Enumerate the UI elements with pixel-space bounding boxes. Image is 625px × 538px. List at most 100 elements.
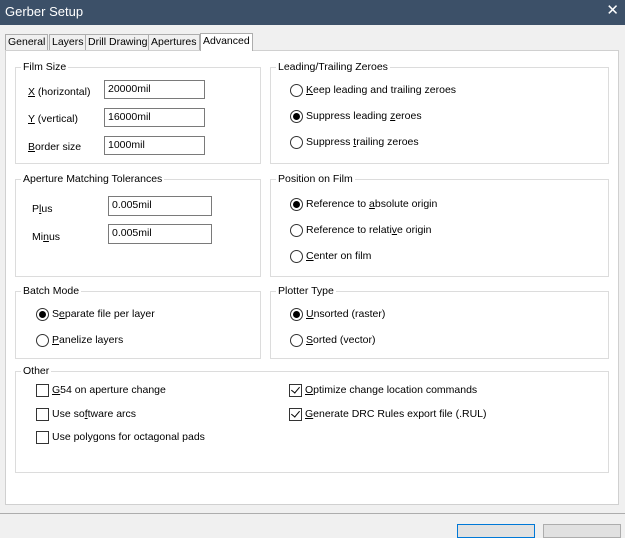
suppress-trailing-pre: Suppress [306, 136, 354, 148]
unsorted-label: Unsorted (raster) [306, 308, 385, 321]
title-bar: Gerber Setup ✕ [0, 0, 625, 25]
radio-selected-icon [36, 308, 49, 321]
absolute-pre: Reference to [306, 198, 370, 210]
relative-origin-label: Reference to relative origin [306, 224, 432, 237]
border-size-input[interactable]: 1000mil [104, 136, 205, 155]
position-title: Position on Film [276, 173, 355, 186]
radio-selected-icon [290, 110, 303, 123]
radio-empty-icon [290, 84, 303, 97]
center-accel: C [306, 250, 314, 262]
plus-pre: P [32, 203, 40, 215]
unsorted-accel: U [306, 308, 314, 320]
vertical-accel: Y [28, 113, 35, 125]
center-on-film-label: Center on film [306, 250, 371, 263]
film-size-title: Film Size [21, 61, 69, 74]
plotter-type-group: Plotter Type Unsorted (raster) Sorted (v… [270, 285, 609, 359]
window-title: Gerber Setup [5, 4, 84, 19]
suppress-trailing-post: railing zeroes [356, 136, 419, 148]
horizontal-label: X (horizontal) [28, 85, 90, 99]
close-icon[interactable]: ✕ [606, 2, 619, 20]
keep-zeroes-label: Keep leading and trailing zeroes [306, 84, 456, 97]
keep-post: eep leading and trailing zeroes [313, 84, 457, 96]
horizontal-text: (horizontal) [35, 86, 91, 98]
checkbox-empty-icon [36, 384, 49, 397]
horizontal-input[interactable]: 20000mil [104, 80, 205, 99]
zeroes-group: Leading/Trailing Zeroes Keep leading and… [270, 61, 609, 164]
radio-selected-icon [290, 198, 303, 211]
sorted-post: orted (vector) [313, 334, 376, 346]
radio-empty-icon [290, 334, 303, 347]
software-arcs-label: Use software arcs [52, 408, 136, 421]
advanced-panel: Film Size X (horizontal) 20000mil Y (ver… [5, 50, 619, 505]
border-text: order size [35, 141, 82, 153]
panelize-post: anelize layers [59, 334, 124, 346]
absolute-post: bsolute origin [374, 198, 438, 210]
relative-post: e origin [397, 224, 432, 236]
cancel-button[interactable] [543, 524, 621, 538]
octagonal-pads-label: Use polygons for octagonal pads [52, 431, 205, 443]
checkbox-empty-icon [36, 408, 49, 421]
separate-pre: S [52, 308, 60, 320]
g54-accel: G [52, 384, 61, 396]
panelize-label: Panelize layers [52, 334, 123, 347]
drc-accel: G [305, 408, 314, 420]
optimize-label: Optimize change location commands [305, 384, 477, 397]
absolute-origin-label: Reference to absolute origin [306, 198, 437, 211]
tab-layers[interactable]: Layers [49, 34, 87, 50]
minus-input[interactable]: 0.005mil [108, 224, 212, 244]
minus-pre: Mi [32, 231, 44, 243]
unsorted-post: nsorted (raster) [313, 308, 386, 320]
separate-post: parate file per layer [64, 308, 155, 320]
plus-label: Plus [32, 202, 52, 216]
radio-empty-icon [290, 136, 303, 149]
radio-empty-icon [36, 334, 49, 347]
position-group: Position on Film Reference to absolute o… [270, 173, 609, 277]
g54-post: 54 on aperture change [60, 384, 166, 396]
tab-general[interactable]: General [5, 34, 49, 50]
minus-post: us [48, 231, 61, 243]
checkbox-checked-icon [289, 408, 302, 421]
optimize-accel: O [305, 384, 314, 396]
other-title: Other [21, 365, 52, 378]
vertical-text: (vertical) [34, 113, 78, 125]
film-size-group: Film Size X (horizontal) 20000mil Y (ver… [15, 61, 261, 164]
tab-advanced[interactable]: Advanced [200, 33, 253, 51]
keep-accel: K [306, 84, 314, 96]
batch-mode-title: Batch Mode [21, 285, 82, 298]
radio-selected-icon [290, 308, 303, 321]
radio-empty-icon [290, 250, 303, 263]
optimize-post: ptimize change location commands [313, 384, 478, 396]
checkbox-checked-icon [289, 384, 302, 397]
sorted-accel: S [306, 334, 314, 346]
other-group: Other G54 on aperture change Use softwar… [15, 365, 609, 473]
drc-post: enerate DRC Rules export file (.RUL) [313, 408, 487, 420]
sorted-label: Sorted (vector) [306, 334, 375, 347]
suppress-leading-post: eroes [395, 110, 422, 122]
batch-mode-group: Batch Mode Separate file per layer Panel… [15, 285, 261, 359]
tab-drill-drawing[interactable]: Drill Drawing [85, 34, 151, 50]
suppress-leading-pre: Suppress leading [306, 110, 391, 122]
vertical-input[interactable]: 16000mil [104, 108, 205, 127]
suppress-trailing-label: Suppress trailing zeroes [306, 136, 419, 149]
tab-apertures[interactable]: Apertures [148, 34, 200, 50]
software-arcs-pre: Use so [52, 408, 85, 420]
software-arcs-post: tware arcs [87, 408, 137, 420]
aperture-tolerances-group: Aperture Matching Tolerances Plus 0.005m… [15, 173, 261, 277]
zeroes-title: Leading/Trailing Zeroes [276, 61, 390, 74]
drc-export-label: Generate DRC Rules export file (.RUL) [305, 408, 486, 421]
relative-pre: Reference to relati [306, 224, 392, 236]
panelize-accel: P [52, 334, 60, 346]
vertical-label: Y (vertical) [28, 112, 78, 126]
horizontal-accel: X [28, 86, 36, 98]
checkbox-empty-icon [36, 431, 49, 444]
plotter-type-title: Plotter Type [276, 285, 336, 298]
plus-input[interactable]: 0.005mil [108, 196, 212, 216]
border-size-label: Border size [28, 140, 81, 154]
plus-post: us [41, 203, 53, 215]
radio-empty-icon [290, 224, 303, 237]
border-accel: B [28, 141, 36, 153]
minus-label: Minus [32, 230, 60, 244]
aperture-tolerances-title: Aperture Matching Tolerances [21, 173, 165, 186]
ok-button[interactable] [457, 524, 535, 538]
g54-label: G54 on aperture change [52, 384, 166, 397]
